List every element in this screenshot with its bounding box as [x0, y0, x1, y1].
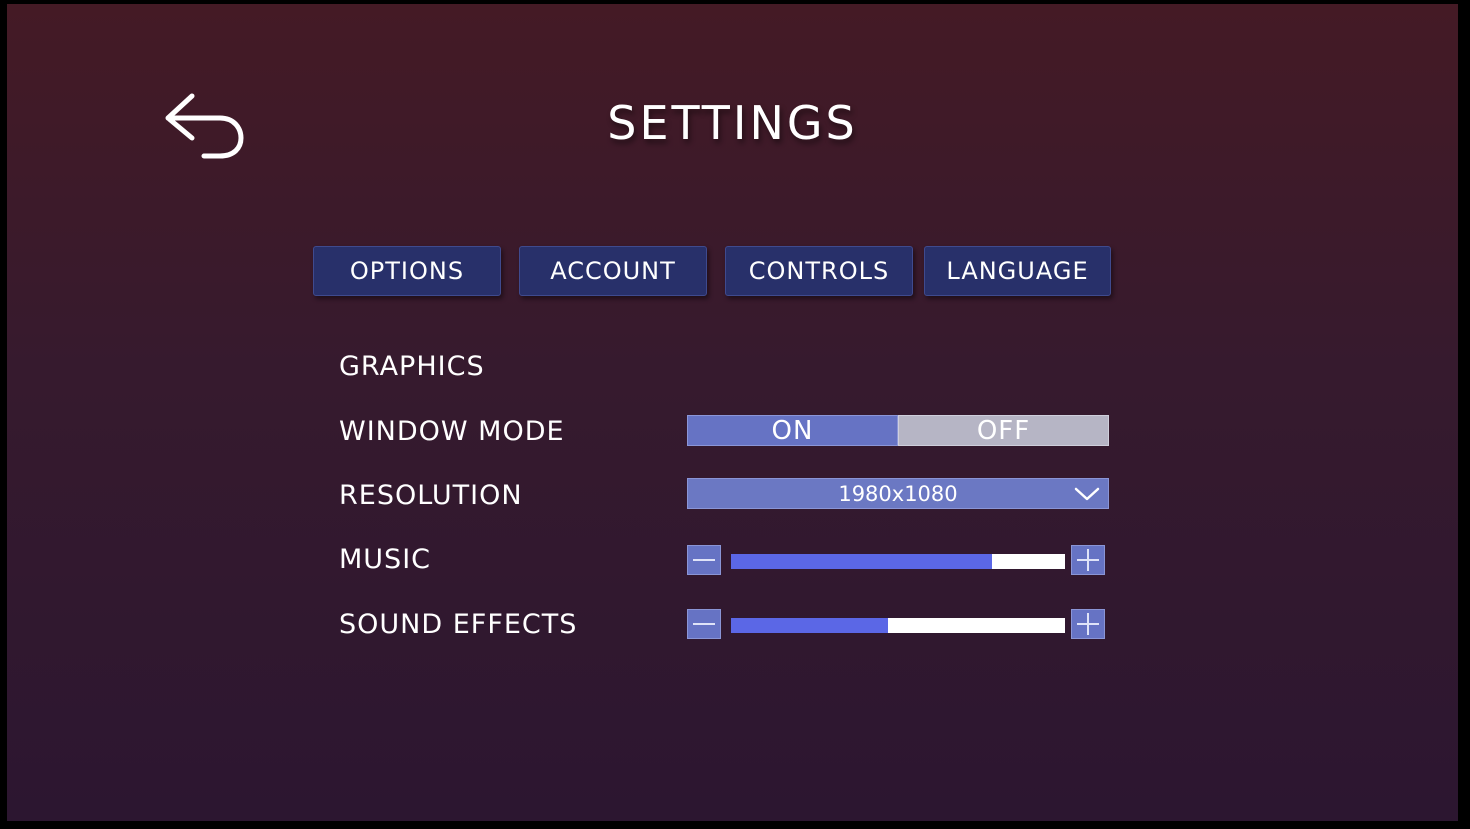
music-decrease-button[interactable] — [687, 545, 721, 575]
sound-effects-slider-fill — [731, 618, 888, 633]
resolution-label: RESOLUTION — [339, 480, 523, 511]
minus-icon — [693, 623, 715, 625]
music-label: MUSIC — [339, 544, 432, 575]
window-mode-off-button[interactable]: OFF — [898, 415, 1109, 446]
tab-account[interactable]: ACCOUNT — [519, 246, 707, 296]
sound-effects-increase-button[interactable] — [1071, 609, 1105, 639]
music-slider[interactable] — [731, 554, 1065, 569]
tab-options[interactable]: OPTIONS — [313, 246, 501, 296]
sound-effects-decrease-button[interactable] — [687, 609, 721, 639]
resolution-dropdown[interactable]: 1980x1080 — [687, 478, 1109, 509]
sound-effects-label: SOUND EFFECTS — [339, 609, 578, 640]
section-title-graphics: GRAPHICS — [339, 351, 485, 382]
window-mode-label: WINDOW MODE — [339, 416, 565, 447]
minus-icon — [693, 559, 715, 561]
plus-icon — [1077, 613, 1099, 635]
page-title: SETTINGS — [607, 96, 858, 150]
settings-screen: SETTINGS OPTIONS ACCOUNT CONTROLS LANGUA… — [7, 4, 1458, 821]
plus-icon — [1077, 549, 1099, 571]
window-mode-toggle: ON OFF — [687, 415, 1109, 446]
window-mode-on-button[interactable]: ON — [687, 415, 898, 446]
tab-language[interactable]: LANGUAGE — [924, 246, 1111, 296]
resolution-value: 1980x1080 — [838, 481, 958, 506]
sound-effects-slider[interactable] — [731, 618, 1065, 633]
chevron-down-icon — [1074, 487, 1100, 501]
tab-controls[interactable]: CONTROLS — [725, 246, 913, 296]
music-increase-button[interactable] — [1071, 545, 1105, 575]
music-slider-fill — [731, 554, 992, 569]
